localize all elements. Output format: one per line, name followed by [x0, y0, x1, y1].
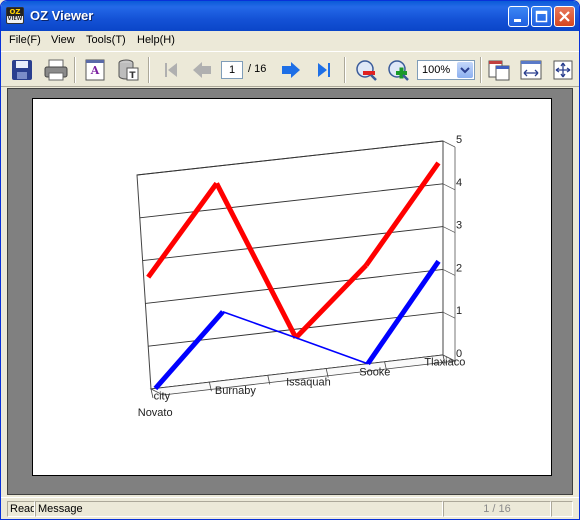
- close-icon: [559, 11, 570, 22]
- zoom-out-icon: [356, 60, 377, 81]
- zoom-in-button[interactable]: [385, 57, 411, 83]
- print-button[interactable]: [43, 57, 69, 83]
- last-page-button[interactable]: [311, 57, 337, 83]
- page-number-input[interactable]: 1: [221, 61, 243, 79]
- status-ready: Ready: [7, 501, 35, 517]
- zoom-select[interactable]: 100%: [417, 60, 475, 80]
- y-tick-label: 3: [456, 220, 462, 232]
- fit-page-button[interactable]: [550, 57, 576, 83]
- x-tick-label: city: [154, 390, 171, 402]
- next-page-button[interactable]: [278, 57, 304, 83]
- zoom-out-button[interactable]: [353, 57, 379, 83]
- menu-bar: File(F) View Tools(T) Help(H): [1, 31, 579, 50]
- fit-page-icon: [553, 60, 573, 80]
- print-icon: [44, 59, 68, 81]
- fit-width-icon: [520, 60, 542, 80]
- toolbar-separator: [148, 57, 150, 83]
- status-bar: Ready Message 1 / 16: [1, 497, 579, 519]
- toolbar-separator: [480, 57, 482, 83]
- x-tick-label: Issaquah: [286, 376, 331, 388]
- fit-width-button[interactable]: [518, 57, 544, 83]
- export-text-icon: A: [85, 59, 105, 81]
- app-icon-text-bottom: VIEW: [7, 16, 23, 22]
- last-page-icon: [318, 63, 330, 77]
- menu-view[interactable]: View: [51, 34, 75, 46]
- menu-file[interactable]: File(F): [9, 34, 41, 46]
- y-tick-label: 5: [456, 134, 462, 146]
- chart-back-wall: [136, 140, 444, 390]
- line-chart-3d: 012345cityNovatoBurnabyIssaquahSookeTlax…: [136, 134, 465, 419]
- minimize-button[interactable]: [508, 6, 529, 27]
- toolbar: A T 1 / 16 100%: [1, 51, 579, 87]
- status-grip[interactable]: [551, 501, 573, 517]
- chevron-down-icon: [460, 67, 470, 74]
- status-message: Message: [35, 501, 443, 517]
- copy-icon: [488, 60, 510, 81]
- minimize-icon: [514, 19, 521, 22]
- y-tick-label: 2: [456, 262, 462, 274]
- first-page-button[interactable]: [158, 57, 184, 83]
- database-text-button[interactable]: T: [115, 57, 141, 83]
- next-page-icon: [282, 62, 300, 78]
- x-tick-label: Tlaxiaco: [424, 357, 465, 369]
- app-icon-text-top: OZ: [7, 8, 23, 16]
- x-tick-label: Novato: [138, 407, 173, 419]
- y-tick-label: 4: [456, 177, 462, 189]
- report-page: 0 1 2 3 4 5 city Novato Burnaby Issaquah Sooke Tlax…: [32, 98, 552, 476]
- save-icon: [12, 60, 32, 80]
- x-tick-label: Burnaby: [215, 385, 256, 397]
- maximize-icon: [535, 10, 548, 23]
- document-viewport[interactable]: 0 1 2 3 4 5 city Novato Burnaby Issaquah Sooke Tlax…: [7, 88, 573, 495]
- gridline-depth: [442, 140, 456, 148]
- x-tick-label: Sooke: [359, 367, 390, 379]
- toolbar-separator: [74, 57, 76, 83]
- status-page-indicator: 1 / 16: [443, 501, 551, 517]
- export-text-button[interactable]: A: [82, 57, 108, 83]
- title-bar[interactable]: OZ VIEW OZ Viewer: [1, 1, 579, 31]
- gridline-depth: [442, 226, 456, 233]
- svg-text:T: T: [129, 71, 136, 81]
- close-button[interactable]: [554, 6, 575, 27]
- maximize-button[interactable]: [531, 6, 552, 27]
- zoom-in-icon: [388, 60, 409, 81]
- svg-text:A: A: [90, 64, 100, 77]
- oz-viewer-window: OZ VIEW OZ Viewer File(F) View Tools(T) …: [0, 0, 580, 520]
- toolbar-separator: [344, 57, 346, 83]
- copy-button[interactable]: [486, 57, 512, 83]
- page-total: / 16: [248, 63, 267, 75]
- gridline-depth: [442, 311, 456, 319]
- zoom-dropdown-button[interactable]: [457, 62, 473, 78]
- first-page-icon: [165, 63, 177, 77]
- gridline-depth: [442, 269, 456, 276]
- database-text-icon: T: [118, 59, 139, 81]
- y-tick-label: 1: [456, 305, 462, 317]
- previous-page-button[interactable]: [189, 57, 215, 83]
- app-icon[interactable]: OZ VIEW: [6, 7, 24, 24]
- previous-page-icon: [193, 62, 211, 78]
- window-title: OZ Viewer: [30, 8, 94, 23]
- menu-help[interactable]: Help(H): [137, 34, 175, 46]
- gridline-depth: [442, 183, 456, 191]
- save-button[interactable]: [9, 57, 35, 83]
- menu-tools[interactable]: Tools(T): [86, 34, 126, 46]
- zoom-value: 100%: [422, 64, 451, 76]
